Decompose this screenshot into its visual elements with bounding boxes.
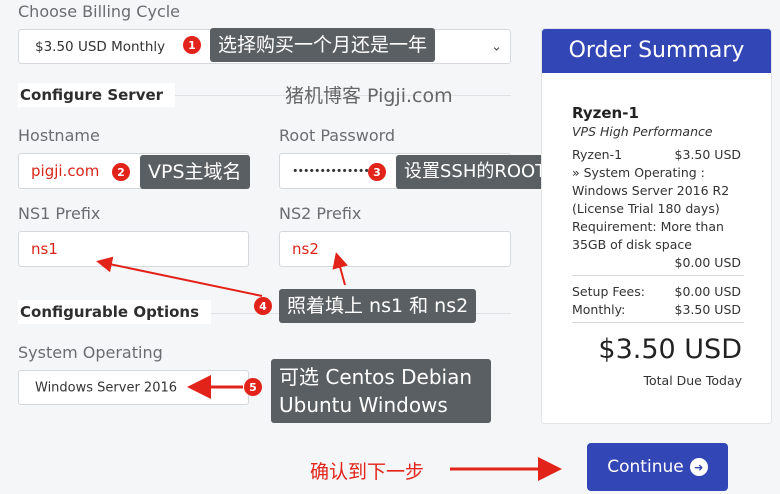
total-due-label: Total Due Today [643, 373, 742, 388]
annotation-tooltip-4: 照着填上 ns1 和 ns2 [279, 289, 477, 323]
monthly-label: Monthly: [572, 302, 626, 317]
annotation-tooltip-5-line1: 可选 Centos Debian [279, 365, 473, 389]
product-group: VPS High Performance [572, 124, 713, 139]
arrow-right-circle-icon: ➜ [689, 458, 708, 476]
order-summary-title: Order Summary [542, 29, 771, 73]
monthly-value: $3.50 USD [674, 302, 741, 317]
total-due-amount: $3.50 USD [598, 334, 742, 365]
setup-fees-label: Setup Fees: [572, 284, 645, 299]
annotation-tooltip-1: 选择购买一个月还是一年 [210, 28, 436, 62]
arrow-to-ns1 [96, 256, 263, 297]
confirm-annotation: 确认到下一步 [310, 461, 425, 483]
os-option-line2: Windows Server 2016 R2 [572, 183, 730, 198]
annotation-tooltip-5-line2: Ubuntu Windows [279, 393, 448, 417]
order-summary-panel: Order Summary Ryzen-1 VPS High Performan… [541, 28, 772, 424]
arrow-to-ns2 [332, 252, 348, 286]
os-option-price: $0.00 USD [674, 255, 741, 270]
annotation-badge-1: 1 [183, 36, 201, 54]
annotation-badge-2: 2 [112, 163, 130, 181]
annotation-tooltip-5: 可选 Centos Debian Ubuntu Windows [271, 359, 491, 423]
setup-fees-value: $0.00 USD [674, 284, 741, 299]
line-item-price: $3.50 USD [674, 147, 741, 162]
summary-divider [572, 322, 744, 323]
annotation-badge-4: 4 [254, 297, 272, 315]
continue-label: Continue [607, 457, 684, 477]
summary-divider [572, 275, 744, 276]
requirement-line1: Requirement: More than [572, 219, 724, 234]
continue-button[interactable]: Continue ➜ [587, 443, 728, 491]
product-name: Ryzen-1 [572, 104, 639, 122]
line-item-name: Ryzen-1 [572, 147, 623, 162]
requirement-line2: 35GB of disk space [572, 237, 692, 252]
os-option-line1: » System Operating : [572, 165, 705, 180]
annotation-badge-5: 5 [244, 378, 262, 396]
os-option-line3: (License Trial 180 days) [572, 201, 720, 216]
annotation-tooltip-2: VPS主域名 [140, 155, 250, 189]
annotation-badge-3: 3 [368, 163, 386, 181]
